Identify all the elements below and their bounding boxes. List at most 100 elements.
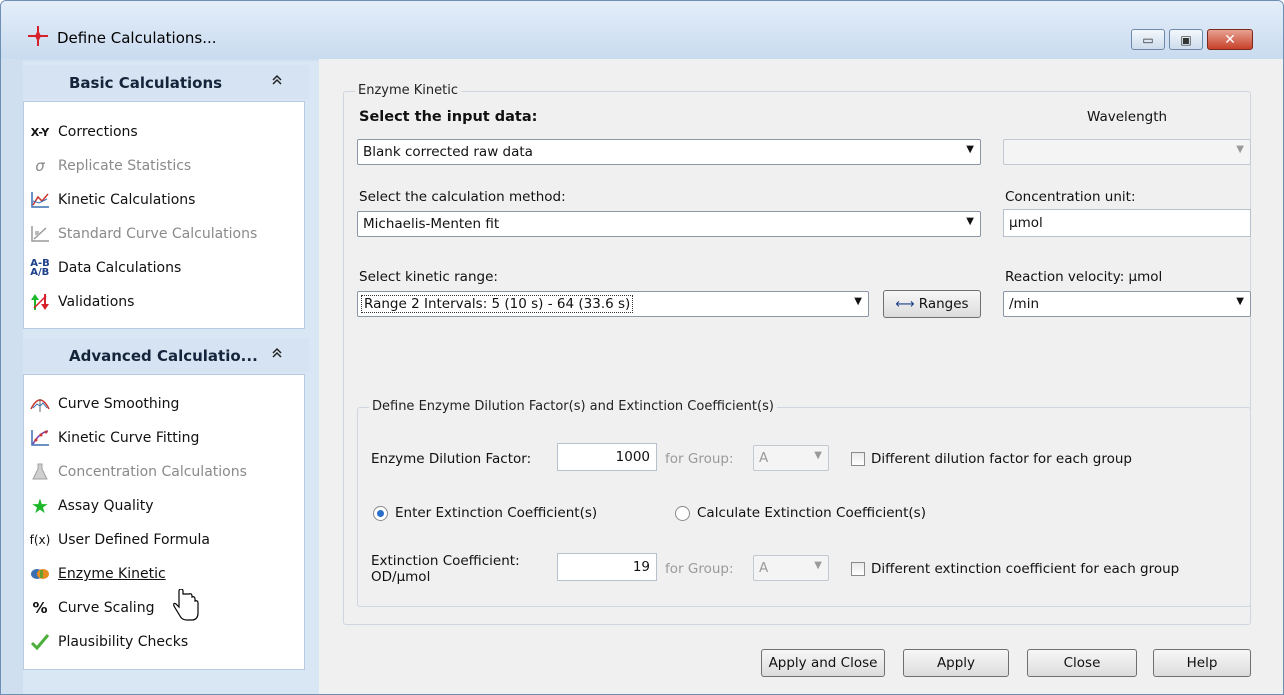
standard-curve-icon	[28, 224, 52, 244]
sidebar-item-label: Assay Quality	[58, 498, 154, 514]
sidebar-item-corrections[interactable]: X-Y Corrections	[28, 119, 138, 145]
sidebar-item-label: Concentration Calculations	[58, 464, 247, 480]
input-data-label: Select the input data:	[359, 109, 538, 125]
input-data-value: Blank corrected raw data	[363, 144, 533, 160]
calculate-extinction-radio[interactable]	[675, 506, 690, 521]
collapse-chevron-icon[interactable]	[271, 74, 283, 90]
ranges-button-label: Ranges	[918, 296, 969, 312]
sidebar-item-label: Plausibility Checks	[58, 634, 189, 650]
enzyme-dilution-value: 1000	[615, 449, 650, 465]
wavelength-label: Wavelength	[1087, 109, 1168, 125]
dilution-group-select: A ▼	[753, 445, 829, 471]
sidebar-item-enzyme-kinetic[interactable]: Enzyme Kinetic	[28, 561, 166, 587]
concentration-unit-value: µmol	[1009, 215, 1043, 231]
advanced-calculations-header[interactable]: Advanced Calculatio...	[23, 338, 309, 372]
enzyme-icon	[28, 564, 52, 584]
sidebar-item-curve-scaling[interactable]: % Curve Scaling	[28, 595, 154, 621]
hand-cursor-icon	[173, 589, 199, 621]
basic-calculations-title: Basic Calculations	[69, 74, 223, 92]
calculate-extinction-label: Calculate Extinction Coefficient(s)	[697, 505, 926, 521]
concentration-unit-label: Concentration unit:	[1005, 189, 1136, 205]
maximize-button[interactable]: ▣	[1169, 29, 1203, 50]
maximize-icon: ▣	[1180, 33, 1192, 47]
different-dilution-checkbox[interactable]	[851, 452, 865, 466]
sidebar-item-label: Kinetic Curve Fitting	[58, 430, 200, 446]
sidebar-item-label: Curve Smoothing	[58, 396, 180, 412]
close-window-button[interactable]: ✕	[1207, 29, 1253, 50]
enzyme-dilution-input[interactable]: 1000	[557, 443, 657, 471]
checkmark-icon	[28, 632, 52, 652]
help-button[interactable]: Help	[1153, 649, 1251, 677]
sidebar-item-plausibility-checks[interactable]: Plausibility Checks	[28, 629, 188, 655]
crosshair-icon	[28, 26, 48, 46]
basic-calculations-header[interactable]: Basic Calculations	[23, 65, 309, 99]
validation-arrows-icon	[28, 292, 52, 312]
kinetic-range-value: Range 2 Intervals: 5 (10 s) - 64 (33.6 s…	[361, 295, 634, 313]
extinction-unit-label: OD/µmol	[371, 569, 431, 585]
input-data-select[interactable]: Blank corrected raw data ▼	[357, 139, 981, 165]
enter-extinction-radio[interactable]	[373, 506, 388, 521]
flask-icon	[28, 462, 52, 482]
extinction-coefficient-label: Extinction Coefficient:	[371, 553, 520, 569]
sidebar-item-label: Curve Scaling	[58, 600, 155, 616]
sidebar-item-kinetic-curve-fitting[interactable]: Kinetic Curve Fitting	[28, 425, 199, 451]
dilution-group-title: Define Enzyme Dilution Factor(s) and Ext…	[369, 399, 777, 414]
apply-and-close-button[interactable]: Apply and Close	[761, 649, 885, 677]
sidebar-item-user-defined-formula[interactable]: f(x) User Defined Formula	[28, 527, 210, 553]
enter-extinction-label: Enter Extinction Coefficient(s)	[395, 505, 598, 521]
advanced-calculations-list: Curve Smoothing Kinetic Curve Fitting Co…	[23, 374, 305, 670]
title-bar[interactable]: Define Calculations... ▭ ▣ ✕	[1, 1, 1283, 59]
kinetic-range-select[interactable]: Range 2 Intervals: 5 (10 s) - 64 (33.6 s…	[357, 291, 869, 317]
double-arrow-icon: ⟷	[895, 296, 915, 312]
window-title: Define Calculations...	[57, 29, 217, 47]
extinction-coefficient-input[interactable]: 19	[557, 553, 657, 581]
different-extinction-label: Different extinction coefficient for eac…	[871, 561, 1180, 577]
collapse-chevron-icon[interactable]	[271, 347, 283, 363]
sidebar-item-label: Kinetic Calculations	[58, 192, 196, 208]
sidebar-item-concentration-calculations[interactable]: Concentration Calculations	[28, 459, 247, 485]
extinction-group-select: A ▼	[753, 555, 829, 581]
fx-icon: f(x)	[29, 533, 51, 547]
chevron-down-icon: ▼	[814, 560, 822, 571]
sidebar-item-label: Enzyme Kinetic	[58, 566, 166, 582]
enzyme-dilution-label: Enzyme Dilution Factor:	[371, 451, 532, 467]
sidebar-item-label: Validations	[58, 294, 135, 310]
kinetic-chart-icon	[28, 190, 52, 210]
extinction-coefficient-value: 19	[632, 559, 650, 575]
define-calculations-window: Define Calculations... ▭ ▣ ✕ Basic Calcu…	[0, 0, 1284, 695]
different-extinction-checkbox[interactable]	[851, 562, 865, 576]
sidebar-item-replicate-statistics[interactable]: σ Replicate Statistics	[28, 153, 191, 179]
sidebar-item-kinetic-calculations[interactable]: Kinetic Calculations	[28, 187, 195, 213]
minimize-icon: ▭	[1142, 33, 1154, 47]
sidebar-item-label: User Defined Formula	[58, 532, 211, 548]
apply-button[interactable]: Apply	[903, 649, 1009, 677]
concentration-unit-input[interactable]: µmol	[1003, 209, 1251, 237]
for-group-label: for Group:	[665, 451, 734, 467]
sigma-icon: σ	[35, 157, 45, 175]
sidebar-item-curve-smoothing[interactable]: Curve Smoothing	[28, 391, 179, 417]
curve-smoothing-icon	[28, 394, 52, 414]
kinetic-range-label: Select kinetic range:	[359, 269, 498, 285]
sidebar-item-validations[interactable]: Validations	[28, 289, 134, 315]
sidebar-item-label: Corrections	[58, 124, 138, 140]
sidebar-item-assay-quality[interactable]: ★ Assay Quality	[28, 493, 154, 519]
dilution-group-value: A	[759, 450, 769, 466]
reaction-velocity-select[interactable]: /min ▼	[1003, 291, 1251, 317]
close-button[interactable]: Close	[1027, 649, 1137, 677]
sidebar-item-standard-curve[interactable]: Standard Curve Calculations	[28, 221, 257, 247]
sidebar-item-label: Standard Curve Calculations	[58, 226, 258, 242]
chevron-down-icon: ▼	[1236, 296, 1244, 307]
reaction-velocity-label: Reaction velocity: µmol	[1005, 269, 1163, 285]
advanced-calculations-title: Advanced Calculatio...	[69, 347, 258, 365]
chevron-down-icon: ▼	[1236, 144, 1244, 155]
ranges-button[interactable]: ⟷ Ranges	[883, 290, 981, 318]
wavelength-select: ▼	[1003, 139, 1251, 165]
chevron-down-icon: ▼	[854, 296, 862, 307]
chevron-down-icon: ▼	[966, 144, 974, 155]
minimize-button[interactable]: ▭	[1131, 29, 1165, 50]
sidebar-item-data-calculations[interactable]: A-B A/B Data Calculations	[28, 255, 181, 281]
calculation-method-select[interactable]: Michaelis-Menten fit ▼	[357, 211, 981, 237]
enzyme-kinetic-group-title: Enzyme Kinetic	[355, 83, 461, 98]
star-icon: ★	[31, 494, 49, 518]
for-group-label: for Group:	[665, 561, 734, 577]
